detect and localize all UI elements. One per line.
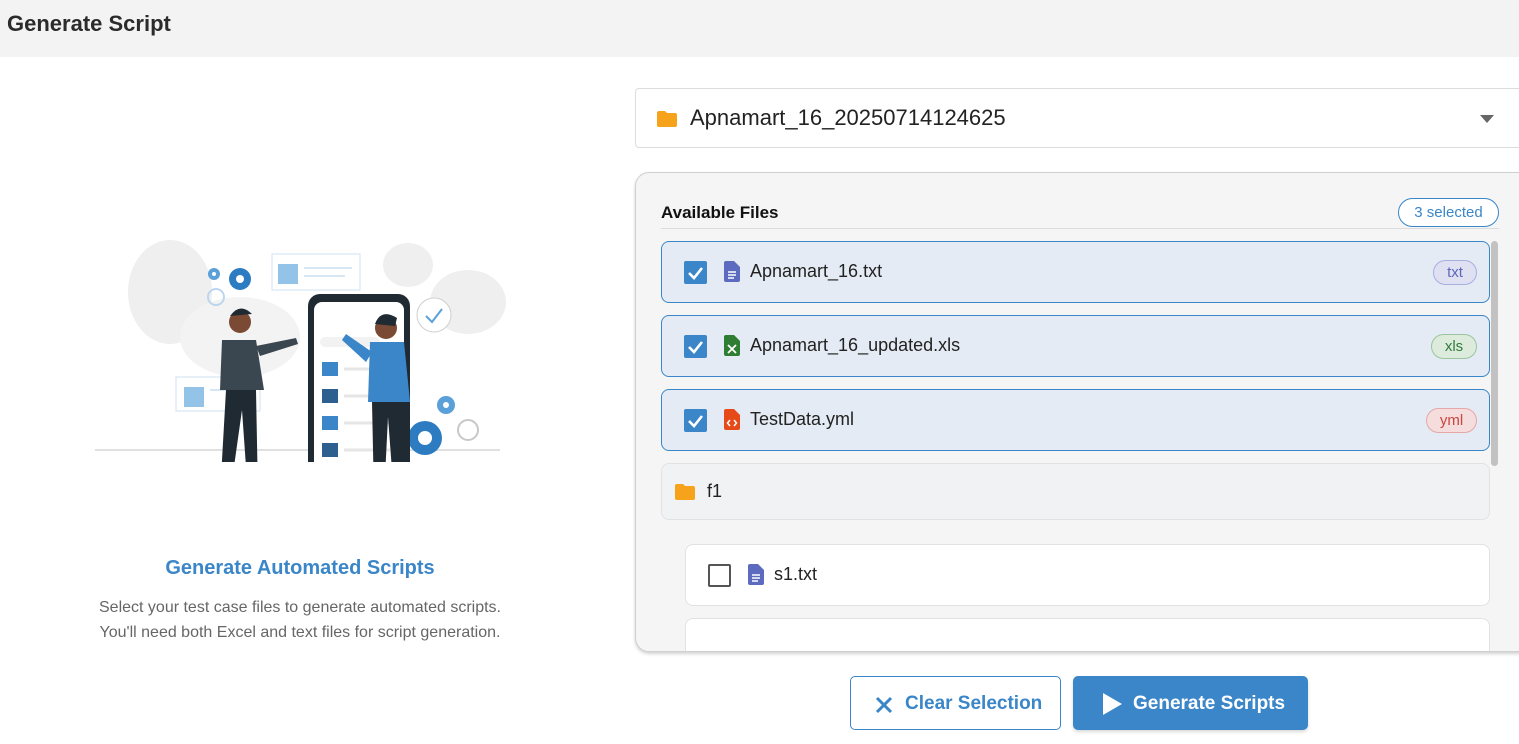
panel-title: Available Files <box>661 203 779 222</box>
intro-description: Select your test case files to generate … <box>0 595 600 645</box>
intro-description-line-1: Select your test case files to generate … <box>99 599 501 616</box>
code-file-icon <box>724 409 740 430</box>
file-name: s1.txt <box>774 564 818 584</box>
excel-file-icon <box>724 335 740 356</box>
file-type-badge: txt <box>1433 260 1477 285</box>
intro-section: Generate Automated Scripts Select your t… <box>0 57 600 744</box>
checkbox-checked[interactable] <box>684 261 707 284</box>
checkbox-unchecked[interactable] <box>708 564 731 587</box>
file-type-badge: yml <box>1426 408 1477 433</box>
checkbox-checked[interactable] <box>684 335 707 358</box>
scrollbar-thumb[interactable] <box>1491 241 1498 466</box>
intro-description-line-2: You'll need both Excel and text files fo… <box>99 624 501 641</box>
folder-dropdown[interactable]: Apnamart_16_20250714124625 <box>635 88 1519 148</box>
file-name: Apnamart_16_updated.xls <box>750 335 961 355</box>
folder-icon <box>675 484 695 500</box>
text-file-icon <box>724 261 740 282</box>
selected-folder-name: Apnamart_16_20250714124625 <box>690 105 1006 130</box>
folder-icon <box>657 111 677 127</box>
chevron-down-icon[interactable] <box>1480 115 1494 123</box>
folder-name: f1 <box>707 481 723 501</box>
file-row[interactable]: TestData.yml yml <box>661 389 1490 451</box>
file-name: TestData.yml <box>750 409 855 429</box>
text-file-icon <box>748 564 764 585</box>
clear-selection-button[interactable]: Clear Selection <box>850 676 1061 730</box>
selected-count-badge: 3 selected <box>1398 198 1499 227</box>
automation-illustration <box>95 240 506 462</box>
close-icon <box>875 696 893 714</box>
file-type-badge: xls <box>1431 334 1477 359</box>
sub-file-row-partial[interactable] <box>685 618 1490 651</box>
play-icon <box>1103 693 1122 715</box>
sub-file-row[interactable]: s1.txt <box>685 544 1490 606</box>
clear-selection-label: Clear Selection <box>905 693 1043 714</box>
file-name: Apnamart_16.txt <box>750 261 883 281</box>
folder-row[interactable]: f1 <box>661 463 1490 520</box>
top-bar: Generate Script <box>0 0 1519 57</box>
generate-scripts-button[interactable]: Generate Scripts <box>1073 676 1308 730</box>
generate-scripts-label: Generate Scripts <box>1133 693 1286 714</box>
available-files-panel: Available Files 3 selected Apnamart_16.t… <box>635 172 1519 652</box>
file-row[interactable]: Apnamart_16.txt txt <box>661 241 1490 303</box>
file-row[interactable]: Apnamart_16_updated.xls xls <box>661 315 1490 377</box>
page-title: Generate Script <box>7 11 171 36</box>
panel-divider <box>661 228 1499 229</box>
intro-heading: Generate Automated Scripts <box>165 557 435 579</box>
checkbox-checked[interactable] <box>684 409 707 432</box>
